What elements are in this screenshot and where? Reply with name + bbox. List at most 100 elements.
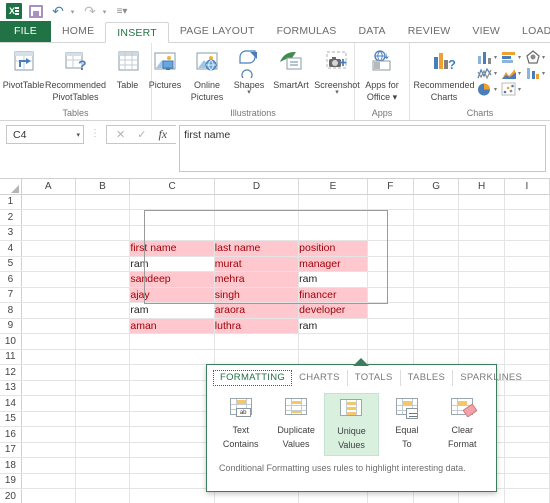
- cell-I1[interactable]: [504, 194, 550, 210]
- cell-H2[interactable]: [458, 209, 505, 226]
- cell-H11[interactable]: [458, 349, 505, 365]
- tab-home[interactable]: HOME: [51, 21, 105, 42]
- cell-B4[interactable]: [75, 240, 131, 257]
- cell-A13[interactable]: [21, 380, 76, 396]
- row-header-8[interactable]: 8: [0, 302, 22, 319]
- insert-area-chart-button[interactable]: ▾: [499, 66, 523, 81]
- cell-B3[interactable]: [75, 225, 131, 241]
- pivottable-button[interactable]: PivotTable: [0, 46, 50, 90]
- column-header-b[interactable]: B: [75, 179, 131, 195]
- cell-D6[interactable]: mehra: [214, 271, 300, 288]
- row-header-2[interactable]: 2: [0, 209, 22, 226]
- tab-data[interactable]: DATA: [348, 21, 397, 42]
- cell-A9[interactable]: [21, 318, 76, 334]
- cell-A16[interactable]: [21, 426, 76, 443]
- cell-I2[interactable]: [504, 209, 550, 226]
- insert-bar-chart-button[interactable]: ▾: [499, 50, 523, 65]
- insert-column-chart-button[interactable]: ▾: [475, 50, 499, 65]
- insert-line-chart-button[interactable]: ▾: [475, 66, 499, 81]
- cell-D7[interactable]: singh: [214, 287, 300, 303]
- cell-B1[interactable]: [75, 194, 131, 210]
- cell-A11[interactable]: [21, 349, 76, 365]
- cell-F5[interactable]: [367, 256, 414, 272]
- tab-page-layout[interactable]: PAGE LAYOUT: [169, 21, 266, 42]
- cell-C19[interactable]: [129, 473, 215, 489]
- customize-qat-icon[interactable]: ≡▾: [112, 2, 132, 20]
- enter-formula-icon[interactable]: ✓: [137, 128, 146, 141]
- cell-E3[interactable]: [298, 225, 368, 241]
- area-chart-dropdown-icon[interactable]: ▾: [518, 70, 521, 77]
- cell-B11[interactable]: [75, 349, 131, 365]
- cell-I10[interactable]: [504, 333, 550, 350]
- cell-A17[interactable]: [21, 442, 76, 458]
- row-header-19[interactable]: 19: [0, 473, 22, 489]
- cell-I3[interactable]: [504, 225, 550, 241]
- cell-G2[interactable]: [413, 209, 460, 226]
- cell-C11[interactable]: [129, 349, 215, 365]
- cell-H3[interactable]: [458, 225, 505, 241]
- cell-C15[interactable]: [129, 411, 215, 427]
- shapes-dropdown-icon[interactable]: ▾: [247, 89, 251, 96]
- recommended-pivottables-button[interactable]: ? Recommended PivotTables: [45, 46, 106, 102]
- cell-H8[interactable]: [458, 302, 505, 319]
- cell-G10[interactable]: [413, 333, 460, 350]
- recommended-charts-button[interactable]: ? Recommended Charts: [413, 46, 475, 102]
- cell-B17[interactable]: [75, 442, 131, 458]
- row-header-5[interactable]: 5: [0, 256, 22, 272]
- tab-formulas[interactable]: FORMULAS: [266, 21, 348, 42]
- cell-A6[interactable]: [21, 271, 76, 288]
- screenshot-dropdown-icon[interactable]: ▾: [335, 89, 339, 96]
- cell-A15[interactable]: [21, 411, 76, 427]
- cell-B13[interactable]: [75, 380, 131, 396]
- cell-A18[interactable]: [21, 457, 76, 474]
- cell-G7[interactable]: [413, 287, 460, 303]
- cell-I19[interactable]: [504, 473, 550, 489]
- row-header-18[interactable]: 18: [0, 457, 22, 474]
- cell-B10[interactable]: [75, 333, 131, 350]
- cell-B14[interactable]: [75, 395, 131, 412]
- cell-H4[interactable]: [458, 240, 505, 257]
- cell-I7[interactable]: [504, 287, 550, 303]
- cell-H1[interactable]: [458, 194, 505, 210]
- cell-G8[interactable]: [413, 302, 460, 319]
- row-header-7[interactable]: 7: [0, 287, 22, 303]
- cell-F11[interactable]: [367, 349, 414, 365]
- online-pictures-button[interactable]: Online Pictures: [185, 46, 229, 102]
- cell-I9[interactable]: [504, 318, 550, 334]
- cell-I17[interactable]: [504, 442, 550, 458]
- insert-function-icon[interactable]: fx: [158, 127, 167, 142]
- pie-chart-dropdown-icon[interactable]: ▾: [494, 86, 497, 93]
- cell-F8[interactable]: [367, 302, 414, 319]
- row-header-15[interactable]: 15: [0, 411, 22, 427]
- cell-B2[interactable]: [75, 209, 131, 226]
- cell-D4[interactable]: last name: [214, 240, 300, 257]
- cell-D2[interactable]: [214, 209, 300, 226]
- cell-H10[interactable]: [458, 333, 505, 350]
- cell-B12[interactable]: [75, 364, 131, 381]
- cell-A2[interactable]: [21, 209, 76, 226]
- cell-E7[interactable]: financer: [298, 287, 368, 303]
- hierarchy-chart-dropdown-icon[interactable]: ▾: [542, 54, 545, 61]
- insert-pie-chart-button[interactable]: ▾: [475, 82, 499, 97]
- row-header-17[interactable]: 17: [0, 442, 22, 458]
- cell-B7[interactable]: [75, 287, 131, 303]
- tab-file[interactable]: FILE: [0, 21, 51, 42]
- cell-H6[interactable]: [458, 271, 505, 288]
- cell-F10[interactable]: [367, 333, 414, 350]
- line-chart-dropdown-icon[interactable]: ▾: [494, 70, 497, 77]
- cell-B6[interactable]: [75, 271, 131, 288]
- column-header-i[interactable]: I: [504, 179, 550, 195]
- cell-A8[interactable]: [21, 302, 76, 319]
- save-icon[interactable]: [26, 2, 46, 20]
- cell-C13[interactable]: [129, 380, 215, 396]
- cell-C4[interactable]: first name: [129, 240, 215, 257]
- cell-C6[interactable]: sandeep: [129, 271, 215, 288]
- tab-sparklines[interactable]: SPARKLINES: [453, 370, 529, 386]
- cell-A1[interactable]: [21, 194, 76, 210]
- cell-C1[interactable]: [129, 194, 215, 210]
- row-header-9[interactable]: 9: [0, 318, 22, 334]
- cell-F7[interactable]: [367, 287, 414, 303]
- cell-E10[interactable]: [298, 333, 368, 350]
- option-duplicate-values[interactable]: Duplicate Values: [268, 393, 323, 456]
- row-header-4[interactable]: 4: [0, 240, 22, 257]
